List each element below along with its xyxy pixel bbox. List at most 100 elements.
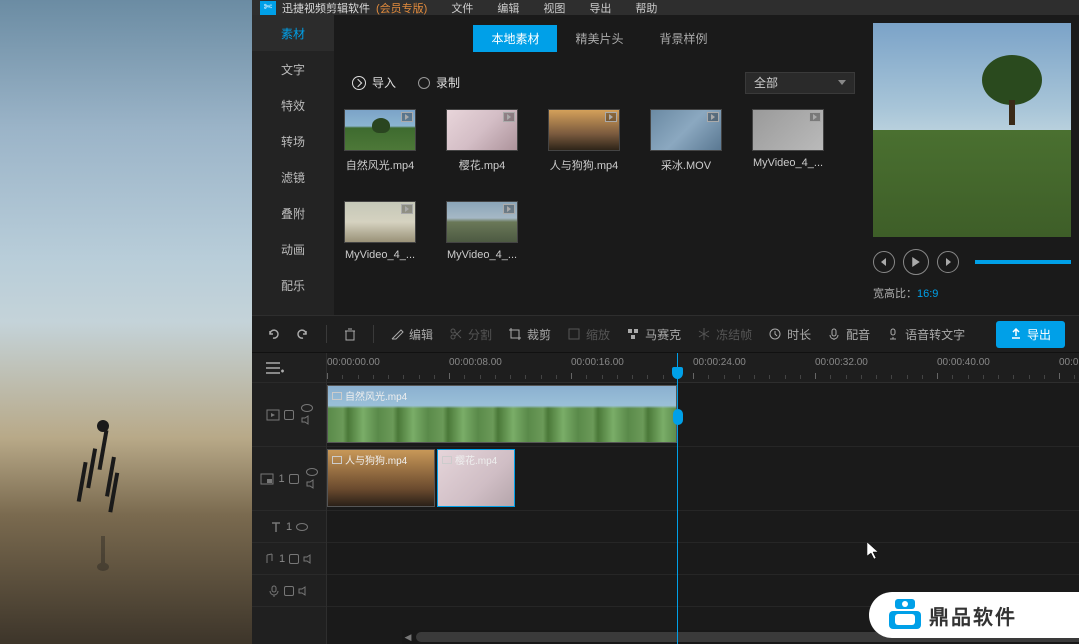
text-track[interactable] [327, 511, 1079, 543]
clip-name: 采冰.MOV [650, 157, 722, 173]
media-clip[interactable]: 樱花.mp4 [446, 109, 518, 173]
aspect-value: 16:9 [917, 288, 938, 300]
track-number: 1 [279, 553, 285, 565]
play-icon [809, 112, 821, 122]
tab-animation[interactable]: 动画 [252, 231, 334, 267]
upper-section: 素材 文字 特效 转场 滤镜 叠附 动画 配乐 本地素材 精美片头 背景样例 导… [252, 15, 1079, 315]
duration-button[interactable]: 时长 [768, 326, 811, 343]
track-number: 1 [286, 521, 292, 533]
track-number: 1 [278, 473, 284, 485]
app-window: ✄ 迅捷视频剪辑软件 (会员专版) 文件 编辑 视图 导出 帮助 素材 文字 特… [252, 0, 1079, 644]
crop-button[interactable]: 裁剪 [508, 326, 551, 343]
ruler-mark: 00:00:08.00 [449, 357, 502, 368]
undo-button[interactable] [266, 327, 280, 341]
lock-icon [284, 586, 294, 596]
playhead-handle[interactable] [673, 409, 683, 425]
dropdown-value: 全部 [754, 74, 778, 91]
tab-filter[interactable]: 滤镜 [252, 159, 334, 195]
title-bar: ✄ 迅捷视频剪辑软件 (会员专版) 文件 编辑 视图 导出 帮助 [252, 0, 1079, 15]
play-icon [503, 112, 515, 122]
menu-help[interactable]: 帮助 [635, 0, 657, 16]
timeline-clip-main[interactable]: 自然风光.mp4 [327, 385, 677, 443]
pip-track-head[interactable]: 1 [252, 447, 326, 511]
scroll-left-icon[interactable]: ◀ [402, 632, 414, 642]
mosaic-button[interactable]: 马赛克 [626, 326, 681, 343]
split-button[interactable]: 分割 [449, 326, 492, 343]
watermark: 鼎品软件 [869, 592, 1079, 638]
media-clip[interactable]: 人与狗狗.mp4 [548, 109, 620, 173]
voice-track-head[interactable] [252, 575, 326, 607]
clip-name: MyVideo_4_... [446, 249, 518, 261]
subtab-intro[interactable]: 精美片头 [557, 25, 641, 52]
cursor-icon [867, 542, 881, 563]
background-photo [0, 0, 252, 644]
menu-edit[interactable]: 编辑 [497, 0, 519, 16]
ruler-mark: 00:00:24.00 [693, 357, 746, 368]
freeze-button[interactable]: 冻结帧 [697, 326, 752, 343]
tab-music[interactable]: 配乐 [252, 267, 334, 303]
tab-transition[interactable]: 转场 [252, 123, 334, 159]
video-track-head[interactable] [252, 383, 326, 447]
play-icon [401, 112, 413, 122]
media-clip[interactable]: 采冰.MOV [650, 109, 722, 173]
clips-grid: 自然风光.mp4 樱花.mp4 人与狗狗.mp4 采冰.MOV MyVideo_4_..… [344, 103, 855, 267]
clip-name: MyVideo_4_... [344, 249, 416, 261]
timeline-clip-sub1[interactable]: 人与狗狗.mp4 [327, 449, 435, 507]
track-headers: 1 1 1 [252, 353, 327, 644]
menu-export[interactable]: 导出 [589, 0, 611, 16]
play-icon [401, 204, 413, 214]
record-label: 录制 [436, 74, 460, 91]
playhead[interactable] [677, 353, 678, 644]
play-button[interactable] [903, 249, 929, 275]
subtab-background[interactable]: 背景样例 [642, 25, 726, 52]
redo-button[interactable] [296, 327, 310, 341]
timeline-clip-sub2[interactable]: 樱花.mp4 [437, 449, 515, 507]
timeline-menu[interactable] [252, 353, 326, 383]
sub-tabs: 本地素材 精美片头 背景样例 [344, 25, 855, 52]
media-clip[interactable]: MyVideo_4_... [752, 109, 824, 173]
preview-video[interactable] [873, 23, 1071, 237]
audio-track-head[interactable]: 1 [252, 543, 326, 575]
export-button[interactable]: 导出 [996, 321, 1065, 348]
clip-thumbnail [548, 109, 620, 151]
filter-dropdown[interactable]: 全部 [745, 72, 855, 94]
record-button[interactable]: 录制 [418, 74, 460, 91]
next-button[interactable] [937, 251, 959, 273]
media-clip[interactable]: 自然风光.mp4 [344, 109, 416, 173]
preview-panel: 宽高比：16:9 [865, 15, 1079, 315]
clip-name: MyVideo_4_... [752, 157, 824, 169]
ruler-mark: 00:00:00.00 [327, 357, 380, 368]
tab-effects[interactable]: 特效 [252, 87, 334, 123]
voiceover-button[interactable]: 配音 [827, 326, 870, 343]
app-icon: ✄ [260, 1, 276, 15]
aspect-ratio: 宽高比：16:9 [873, 279, 1071, 307]
media-clip[interactable]: MyVideo_4_... [446, 201, 518, 261]
eye-icon [296, 523, 308, 531]
prev-button[interactable] [873, 251, 895, 273]
tab-text[interactable]: 文字 [252, 51, 334, 87]
play-icon [707, 112, 719, 122]
toolbar: 编辑 分割 裁剪 缩放 马赛克 冻结帧 时长 配音 语音转文字 导出 [252, 315, 1079, 353]
video-track[interactable]: 自然风光.mp4 [327, 383, 1079, 447]
speech-button[interactable]: 语音转文字 [886, 326, 965, 343]
timeline-ruler[interactable]: 00:00:00.0000:00:08.0000:00:16.0000:00:2… [327, 353, 1079, 383]
pip-track[interactable]: 人与狗狗.mp4 樱花.mp4 [327, 447, 1079, 511]
eye-icon [301, 404, 313, 412]
menu-file[interactable]: 文件 [451, 0, 473, 16]
edit-button[interactable]: 编辑 [390, 326, 433, 343]
tab-overlay[interactable]: 叠附 [252, 195, 334, 231]
import-icon [352, 76, 366, 90]
import-button[interactable]: 导入 [344, 70, 404, 95]
tab-material[interactable]: 素材 [252, 15, 334, 51]
watermark-icon [889, 599, 921, 631]
text-track-head[interactable]: 1 [252, 511, 326, 543]
zoom-button[interactable]: 缩放 [567, 326, 610, 343]
menu-view[interactable]: 视图 [543, 0, 565, 16]
audio-track[interactable] [327, 543, 1079, 575]
preview-controls [873, 245, 1071, 279]
delete-button[interactable] [343, 327, 357, 341]
media-clip[interactable]: MyVideo_4_... [344, 201, 416, 261]
progress-bar[interactable] [975, 260, 1071, 264]
play-icon [503, 204, 515, 214]
subtab-local[interactable]: 本地素材 [473, 25, 557, 52]
